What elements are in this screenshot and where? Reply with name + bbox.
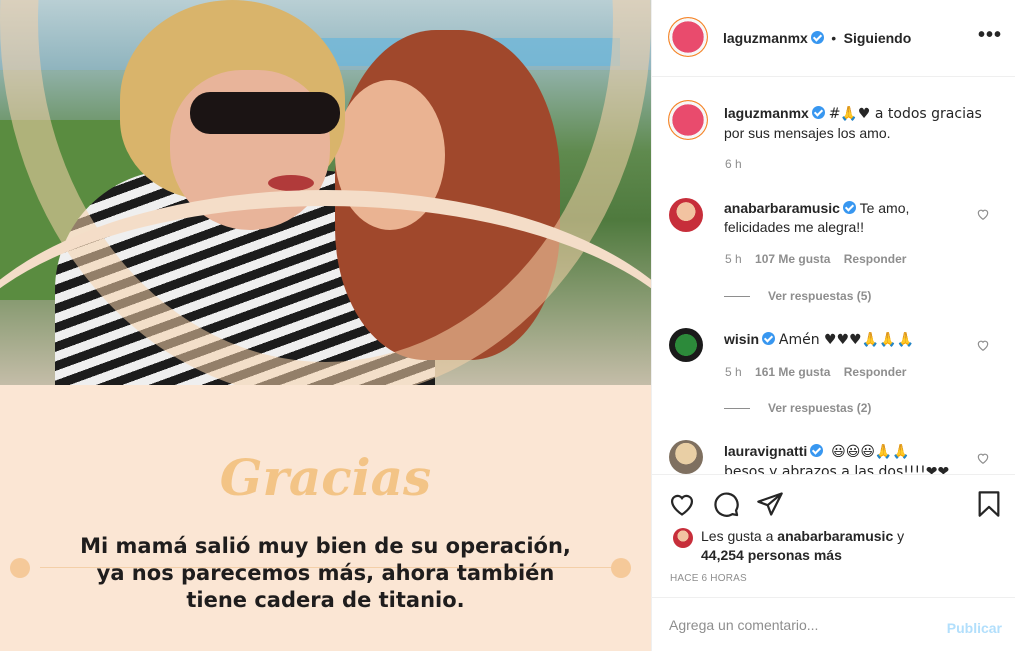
view-replies-label: Ver respuestas (5) [768, 289, 872, 303]
comment-avatar[interactable] [669, 440, 703, 474]
post-timestamp[interactable]: HACE 6 HORAS [670, 573, 747, 584]
comment-text: anabarbaramusic Te amo, felicidades me a… [724, 199, 974, 237]
verified-badge-icon [810, 31, 824, 44]
post-message-line: Mi mamá salió muy bien de su operación, [80, 534, 571, 558]
comment-icon[interactable] [712, 490, 740, 518]
post-heading: Gracias [219, 448, 432, 507]
comment-text: wisin Amén ♥♥♥🙏🙏🙏 [724, 330, 974, 350]
reply-button[interactable]: Responder [844, 252, 907, 266]
following-button[interactable]: Siguiendo [844, 30, 912, 46]
more-options-icon[interactable]: ••• [978, 24, 1002, 47]
view-replies-button[interactable]: Ver respuestas (2) [724, 401, 871, 415]
post-message: Mi mamá salió muy bien de su operación, … [0, 533, 651, 614]
comment-meta: 5 h 107 Me gusta Responder [725, 252, 906, 266]
verified-badge-icon [810, 444, 824, 457]
post-image[interactable]: Gracias Mi mamá salió muy bien de su ope… [0, 0, 651, 651]
add-comment-bar: Publicar [652, 597, 1015, 651]
caption-avatar[interactable] [668, 100, 708, 140]
caption-time[interactable]: 6 h [725, 157, 742, 171]
likes-connector: y [897, 528, 905, 544]
comment-likes[interactable]: 107 Me gusta [755, 252, 830, 266]
post-side-panel: laguzmanmx • Siguiendo ••• laguzmanmx #🙏… [651, 0, 1015, 651]
view-replies-button[interactable]: Ver respuestas (5) [724, 289, 871, 303]
comment-input[interactable] [669, 615, 919, 635]
comment-avatar[interactable] [669, 198, 703, 232]
comment-line: besos y abrazos a las dos!!!!❤❤ [724, 464, 950, 474]
comment-likes[interactable]: 161 Me gusta [755, 365, 830, 379]
verified-badge-icon [842, 201, 856, 214]
comment-line: 😃😃😃🙏🙏 [831, 444, 910, 460]
heart-icon[interactable] [668, 490, 696, 518]
replies-dash [724, 408, 750, 410]
post-message-line: ya nos parecemos más, ahora también [96, 561, 555, 585]
author-username[interactable]: laguzmanmx [723, 30, 808, 46]
comment-avatar[interactable] [669, 328, 703, 362]
caption-username[interactable]: laguzmanmx [724, 105, 809, 121]
comment-time[interactable]: 5 h [725, 365, 742, 379]
header-separator: • [831, 30, 837, 46]
post-header: laguzmanmx • Siguiendo ••• [652, 0, 1015, 77]
comment-line: Te amo, [859, 200, 910, 216]
comment-like-heart-icon[interactable] [976, 451, 990, 465]
caption-line: #🙏♥ a todos gracias [828, 106, 982, 122]
comment-like-heart-icon[interactable] [976, 338, 990, 352]
caption-text: laguzmanmx #🙏♥ a todos gracias por sus m… [724, 104, 994, 143]
comment-line: Amén ♥♥♥🙏🙏🙏 [778, 332, 915, 348]
bookmark-icon[interactable] [975, 490, 1003, 518]
comment-username[interactable]: lauravignatti [724, 443, 807, 459]
comment-text: lauravignatti 😃😃😃🙏🙏 besos y abrazos a la… [724, 442, 974, 474]
verified-badge-icon [811, 106, 825, 119]
caption-line: por sus mensajes los amo. [724, 125, 891, 141]
verified-badge-icon [762, 332, 776, 345]
post-message-line: tiene cadera de titanio. [186, 588, 465, 612]
liker-username[interactable]: anabarbaramusic [777, 528, 893, 544]
view-replies-label: Ver respuestas (2) [768, 401, 872, 415]
header-user-info: laguzmanmx • Siguiendo [723, 30, 911, 48]
liker-avatar[interactable] [673, 528, 693, 548]
comment-line: felicidades me alegra!! [724, 219, 865, 235]
comment-meta: 5 h 161 Me gusta Responder [725, 365, 906, 379]
comment-username[interactable]: anabarbaramusic [724, 200, 840, 216]
likes-summary: Les gusta a anabarbaramusic y 44,254 per… [701, 527, 904, 565]
comment-like-heart-icon[interactable] [976, 207, 990, 221]
likes-prefix: Les gusta a [701, 528, 774, 544]
comment-username[interactable]: wisin [724, 331, 759, 347]
publish-button[interactable]: Publicar [947, 620, 1002, 636]
share-icon[interactable] [756, 490, 784, 518]
author-avatar[interactable] [668, 17, 708, 57]
replies-dash [724, 296, 750, 298]
comments-list[interactable]: laguzmanmx #🙏♥ a todos gracias por sus m… [652, 78, 1015, 474]
reply-button[interactable]: Responder [844, 365, 907, 379]
likes-count-button[interactable]: 44,254 personas más [701, 547, 842, 563]
comment-time[interactable]: 5 h [725, 252, 742, 266]
